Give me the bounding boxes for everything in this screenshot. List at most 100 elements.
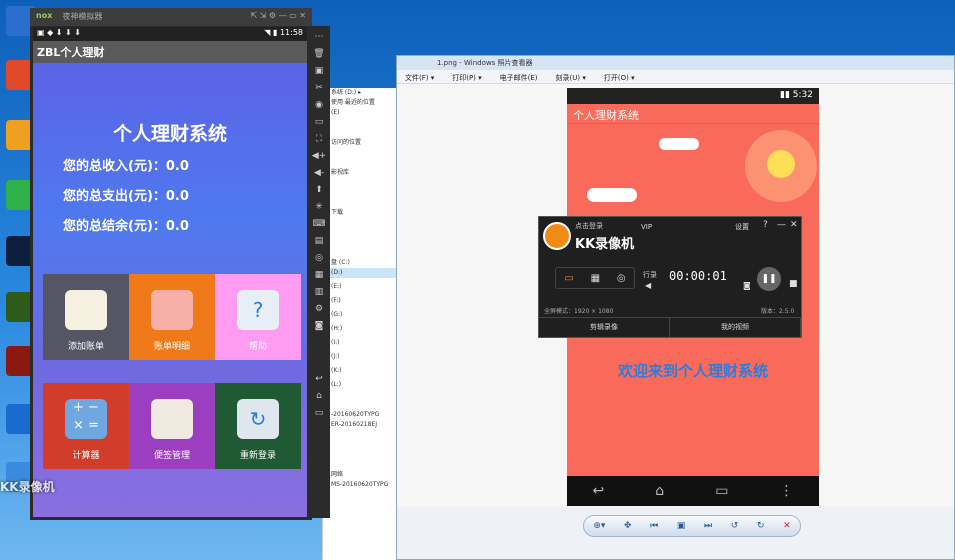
rotate-right-icon[interactable]: ↻ xyxy=(757,521,765,531)
viewer-menu-file[interactable]: 文件(F) ▾ xyxy=(405,73,434,82)
file-icon[interactable]: ▥ xyxy=(315,287,324,297)
slideshow-icon[interactable]: ▣ xyxy=(677,521,686,531)
explorer-item[interactable]: 盘 (C:) xyxy=(323,258,398,268)
cloud-icon xyxy=(659,138,699,150)
sun-icon xyxy=(767,150,795,178)
balance-value: 0.0 xyxy=(165,219,189,234)
stop-icon[interactable]: ■ xyxy=(789,279,798,289)
speaker-icon[interactable]: ◀ xyxy=(645,281,651,290)
apk-icon[interactable]: ⬆ xyxy=(315,185,323,195)
multi-icon[interactable]: ▦ xyxy=(315,270,324,280)
next-icon[interactable]: ⏭ xyxy=(704,521,712,531)
kk-header: 点击登录 KK录像机 VIP 设置 ? — ✕ xyxy=(539,217,801,255)
phone2-status-bar: ▮▮ 5:32 xyxy=(567,88,819,104)
nox-sidebar: ⋯ 🗑 ▣ ✂ ◉ ▭ ⛶ ◀+ ◀- ⬆ ✳ ⌨ ▤ ◎ ▦ ▥ ⚙ ◙ ↩ … xyxy=(308,26,330,518)
tile-label: 帮助 xyxy=(248,342,267,352)
bill-detail-tile[interactable]: 账单明细 xyxy=(129,274,215,360)
explorer-item[interactable]: (H:) xyxy=(323,324,398,334)
keyboard-icon[interactable]: ⌨ xyxy=(313,219,326,229)
viewer-menu-open[interactable]: 打开(O) ▾ xyxy=(604,73,635,82)
game-mode-icon[interactable]: ◎ xyxy=(617,273,626,284)
zoom-icon[interactable]: ⊕▾ xyxy=(593,521,605,531)
signal-icon: ▮▮ xyxy=(780,90,793,100)
more-icon[interactable]: ⋯ xyxy=(315,32,324,42)
record-icon[interactable]: ◎ xyxy=(315,253,323,263)
explorer-item[interactable]: 系统 (D:) ▸ xyxy=(323,88,398,98)
help-icon: ? xyxy=(237,290,279,330)
screenshot-icon[interactable]: ▣ xyxy=(315,66,324,76)
scissors-icon[interactable]: ✂ xyxy=(315,83,323,93)
help-icon[interactable]: ? xyxy=(763,220,768,230)
delete-icon[interactable]: 🗑 xyxy=(313,49,324,59)
status-time: 11:58 xyxy=(279,28,303,37)
camera-icon[interactable]: ◙ xyxy=(315,321,324,331)
viewer-title: 1.png - Windows 照片查看器 xyxy=(397,56,954,70)
relogin-tile[interactable]: ↻ 重新登录 xyxy=(215,383,301,469)
location-icon[interactable]: ◉ xyxy=(315,100,323,110)
nox-window-controls[interactable]: ⇱ ⇲ ⚙ — ▭ ✕ xyxy=(250,11,306,23)
kk-record-label: 行录 xyxy=(643,271,657,279)
settings-icon[interactable]: ⚙ xyxy=(315,304,323,314)
back-icon[interactable]: ↩ xyxy=(593,483,605,499)
explorer-item[interactable]: (L:) xyxy=(323,380,398,390)
rotate-left-icon[interactable]: ↺ xyxy=(731,521,739,531)
notes-tile[interactable]: 便签管理 xyxy=(129,383,215,469)
kk-login-link[interactable]: 点击登录 xyxy=(575,221,603,231)
explorer-item[interactable]: 网络 xyxy=(323,470,398,480)
explorer-item[interactable]: (F:) xyxy=(323,296,398,306)
explorer-item[interactable]: -20160620TYPG xyxy=(323,410,398,420)
kk-vip-badge[interactable]: VIP xyxy=(641,223,652,231)
previous-icon[interactable]: ⏮ xyxy=(650,521,658,531)
explorer-item[interactable]: 访问的位置 xyxy=(323,138,398,148)
shake-icon[interactable]: ✳ xyxy=(315,202,323,212)
window-mode-icon[interactable]: ▦ xyxy=(591,273,600,284)
camera-icon[interactable]: ◙ xyxy=(743,281,751,290)
explorer-window: 系统 (D:) ▸ 使用 最近的位置 (E) 访问的位置 影视库 下载 盘 (C… xyxy=(322,88,398,560)
fullscreen-icon[interactable]: ⛶ xyxy=(316,134,322,144)
monitor-icon[interactable]: ▭ xyxy=(315,117,324,127)
explorer-item[interactable]: (D:) xyxy=(323,268,398,278)
tile-label: 便签管理 xyxy=(153,451,190,461)
explorer-item[interactable]: 使用 最近的位置 xyxy=(323,98,398,108)
kk-edit-button[interactable]: 剪辑录像 xyxy=(539,317,670,337)
screen-mode-icon[interactable]: ▭ xyxy=(564,273,573,284)
calculator-tile[interactable]: + − × = 计算器 xyxy=(43,383,129,469)
close-icon[interactable]: ✕ xyxy=(790,220,798,230)
wifi-icon: ◥ ▮ xyxy=(264,28,280,37)
viewer-menu-email[interactable]: 电子邮件(E) xyxy=(500,73,538,82)
explorer-item[interactable]: (E:) xyxy=(323,282,398,292)
delete-icon[interactable]: ✕ xyxy=(783,521,791,531)
minimize-icon[interactable]: — xyxy=(777,220,786,230)
app-action-bar: ZBL个人理财 xyxy=(33,41,307,63)
kk-timer: 00:00:01 xyxy=(669,269,727,283)
explorer-item[interactable]: (K:) xyxy=(323,366,398,376)
explorer-item[interactable]: MS-20160620TYPG xyxy=(323,480,398,490)
explorer-item[interactable]: (G:) xyxy=(323,310,398,320)
explorer-item[interactable]: (J:) xyxy=(323,352,398,362)
pause-button[interactable]: ❚❚ xyxy=(757,267,781,291)
add-bill-tile[interactable]: 添加账单 xyxy=(43,274,129,360)
explorer-item[interactable]: 影视库 xyxy=(323,168,398,178)
fit-icon[interactable]: ✥ xyxy=(624,521,632,531)
back-icon[interactable]: ↩ xyxy=(315,374,323,384)
viewer-menu-burn[interactable]: 刻录(U) ▾ xyxy=(556,73,586,82)
kk-settings-link[interactable]: 设置 xyxy=(735,222,749,232)
home-icon[interactable]: ⌂ xyxy=(655,483,664,499)
volume-up-icon[interactable]: ◀+ xyxy=(312,151,326,161)
folder-icon[interactable]: ▤ xyxy=(315,236,324,246)
recents-icon[interactable]: ▭ xyxy=(315,408,324,418)
menu-icon[interactable]: ⋮ xyxy=(779,483,793,499)
volume-down-icon[interactable]: ◀- xyxy=(314,168,324,178)
explorer-item[interactable]: (I:) xyxy=(323,338,398,348)
explorer-item[interactable]: ER-20160218EJ xyxy=(323,420,398,430)
viewer-menu-print[interactable]: 打印(P) ▾ xyxy=(452,73,481,82)
explorer-item[interactable]: (E) xyxy=(323,108,398,118)
home-icon[interactable]: ⌂ xyxy=(316,391,322,401)
kk-controls: ▭ ▦ ◎ 行录 00:00:01 ◀ ❚❚ ◙ ■ xyxy=(555,267,800,307)
kk-videos-button[interactable]: 我的视频 xyxy=(670,317,801,337)
help-tile[interactable]: ? 帮助 xyxy=(215,274,301,360)
phone2-title: 个人理财系统 xyxy=(567,104,819,124)
android-nav-bar: ↩ ⌂ ▭ ⋮ xyxy=(567,476,819,506)
recents-icon[interactable]: ▭ xyxy=(715,483,728,499)
explorer-item[interactable]: 下载 xyxy=(323,208,398,218)
